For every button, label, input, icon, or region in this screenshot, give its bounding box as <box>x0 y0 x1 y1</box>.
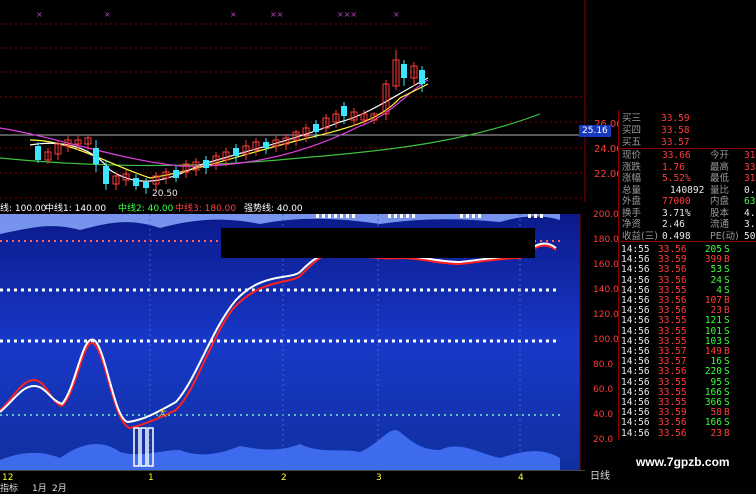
level-80: 80.0 <box>593 360 614 370</box>
stat-label: 换手 <box>622 207 642 219</box>
stat-value: 1.76 <box>662 161 685 173</box>
stat-label-2: 今开 <box>710 150 730 161</box>
stat-label: 总量 <box>622 184 642 196</box>
tab-indicator[interactable]: 指标 <box>0 481 18 494</box>
stat-label-2: 流通 <box>710 219 730 230</box>
stat-label: 涨幅 <box>622 173 642 184</box>
stat-value-2: 50 <box>744 230 756 242</box>
stock-terminal: × × × ×× ××× × 24.00 22.00 25.16 20.50 线… <box>0 0 756 494</box>
stat-label: 净资 <box>622 219 642 230</box>
ask-price-5: 33.57 <box>661 137 690 148</box>
stat-label: 现价 <box>622 150 642 161</box>
tick-price: 33.56 <box>658 427 687 439</box>
x-label-2: 2 <box>281 473 287 483</box>
level-180: 180.0 <box>593 235 619 245</box>
low-price-label: 20.50 <box>152 189 178 199</box>
level-160: 160.0 <box>593 260 619 270</box>
stat-value-2: 33.8 <box>744 161 756 173</box>
stat-label-2: 最高 <box>710 161 730 173</box>
svg-text:大: 大 <box>158 407 167 419</box>
stat-value: 3.71% <box>662 207 691 219</box>
svg-text:×: × <box>104 10 111 19</box>
tick-side: B <box>724 427 730 439</box>
stat-value: 77000 <box>662 196 691 207</box>
ask-label-5: 买五 <box>622 137 642 148</box>
level-40: 40.0 <box>593 410 614 420</box>
level-60: 60.0 <box>593 385 614 395</box>
price-chart[interactable]: × × × ×× ××× × <box>0 0 618 212</box>
stat-label-2: 最低 <box>710 173 730 184</box>
ask-price-4: 33.58 <box>661 125 690 136</box>
stat-value: 140892 <box>670 184 705 196</box>
stat-label-2: 量比 <box>710 184 730 196</box>
redaction-box <box>221 228 535 258</box>
stat-label-2: PE(动) <box>710 230 739 242</box>
current-price-tag: 25.16 <box>579 125 611 137</box>
tick-time: 14:56 <box>621 427 650 439</box>
stat-value-2: 6380 <box>744 196 756 207</box>
level-140: 140.0 <box>593 285 619 295</box>
svg-text:×: × <box>230 10 237 19</box>
period-label[interactable]: 日线 <box>590 471 610 483</box>
svg-text:×: × <box>393 10 400 19</box>
level-120: 120.0 <box>593 310 619 320</box>
x-label-4: 4 <box>518 473 524 483</box>
indicator-axis: 200.0 180.0 160.0 140.0 120.0 100.0 80.0… <box>585 202 619 470</box>
svg-text:×××: ××× <box>337 10 357 19</box>
stat-label: 收益(三) <box>622 230 658 242</box>
stat-value-2: 31.4 <box>744 173 756 184</box>
tab-2month[interactable]: 2月 <box>52 481 67 494</box>
bottom-bar <box>0 470 585 488</box>
stat-label-2: 股本 <box>710 207 730 219</box>
svg-text:×: × <box>36 10 43 19</box>
stat-value: 5.52% <box>662 173 691 184</box>
ask-label-3: 买三 <box>622 113 642 124</box>
x-label-3: 3 <box>376 473 382 483</box>
stat-label: 涨跌 <box>622 161 642 173</box>
ask-label-4: 买四 <box>622 125 642 136</box>
stat-value-2: 4.92 <box>744 207 756 219</box>
stat-label-2: 内盘 <box>710 196 730 207</box>
ask-price-3: 33.59 <box>661 113 690 124</box>
stat-value: 2.46 <box>662 219 685 230</box>
quote-panel: 买三 33.59 买四 33.58 买五 33.57 现价 33.66 今开 31.8… <box>618 110 756 440</box>
level-200: 200.0 <box>593 210 619 220</box>
stat-value: 33.66 <box>662 150 691 161</box>
level-100: 100.0 <box>593 335 619 345</box>
indicator-legend: 线: 100.00 中线1: 140.00 中线2: 40.00 中线3: 18… <box>0 202 585 214</box>
level-20: 20.0 <box>593 435 614 445</box>
stat-value-2: 31.8 <box>744 150 756 161</box>
svg-text:××: ×× <box>270 10 283 19</box>
stat-value-2: 3.80 <box>744 219 756 230</box>
stat-label: 外盘 <box>622 196 642 207</box>
tick-volume: 23 <box>710 427 722 439</box>
stat-value: 0.498 <box>662 230 691 242</box>
watermark: www.7gpzb.com <box>636 455 730 469</box>
x-label-1: 1 <box>148 473 154 483</box>
tab-1month[interactable]: 1月 <box>32 481 47 494</box>
stat-value-2: 0.9 <box>744 184 756 196</box>
